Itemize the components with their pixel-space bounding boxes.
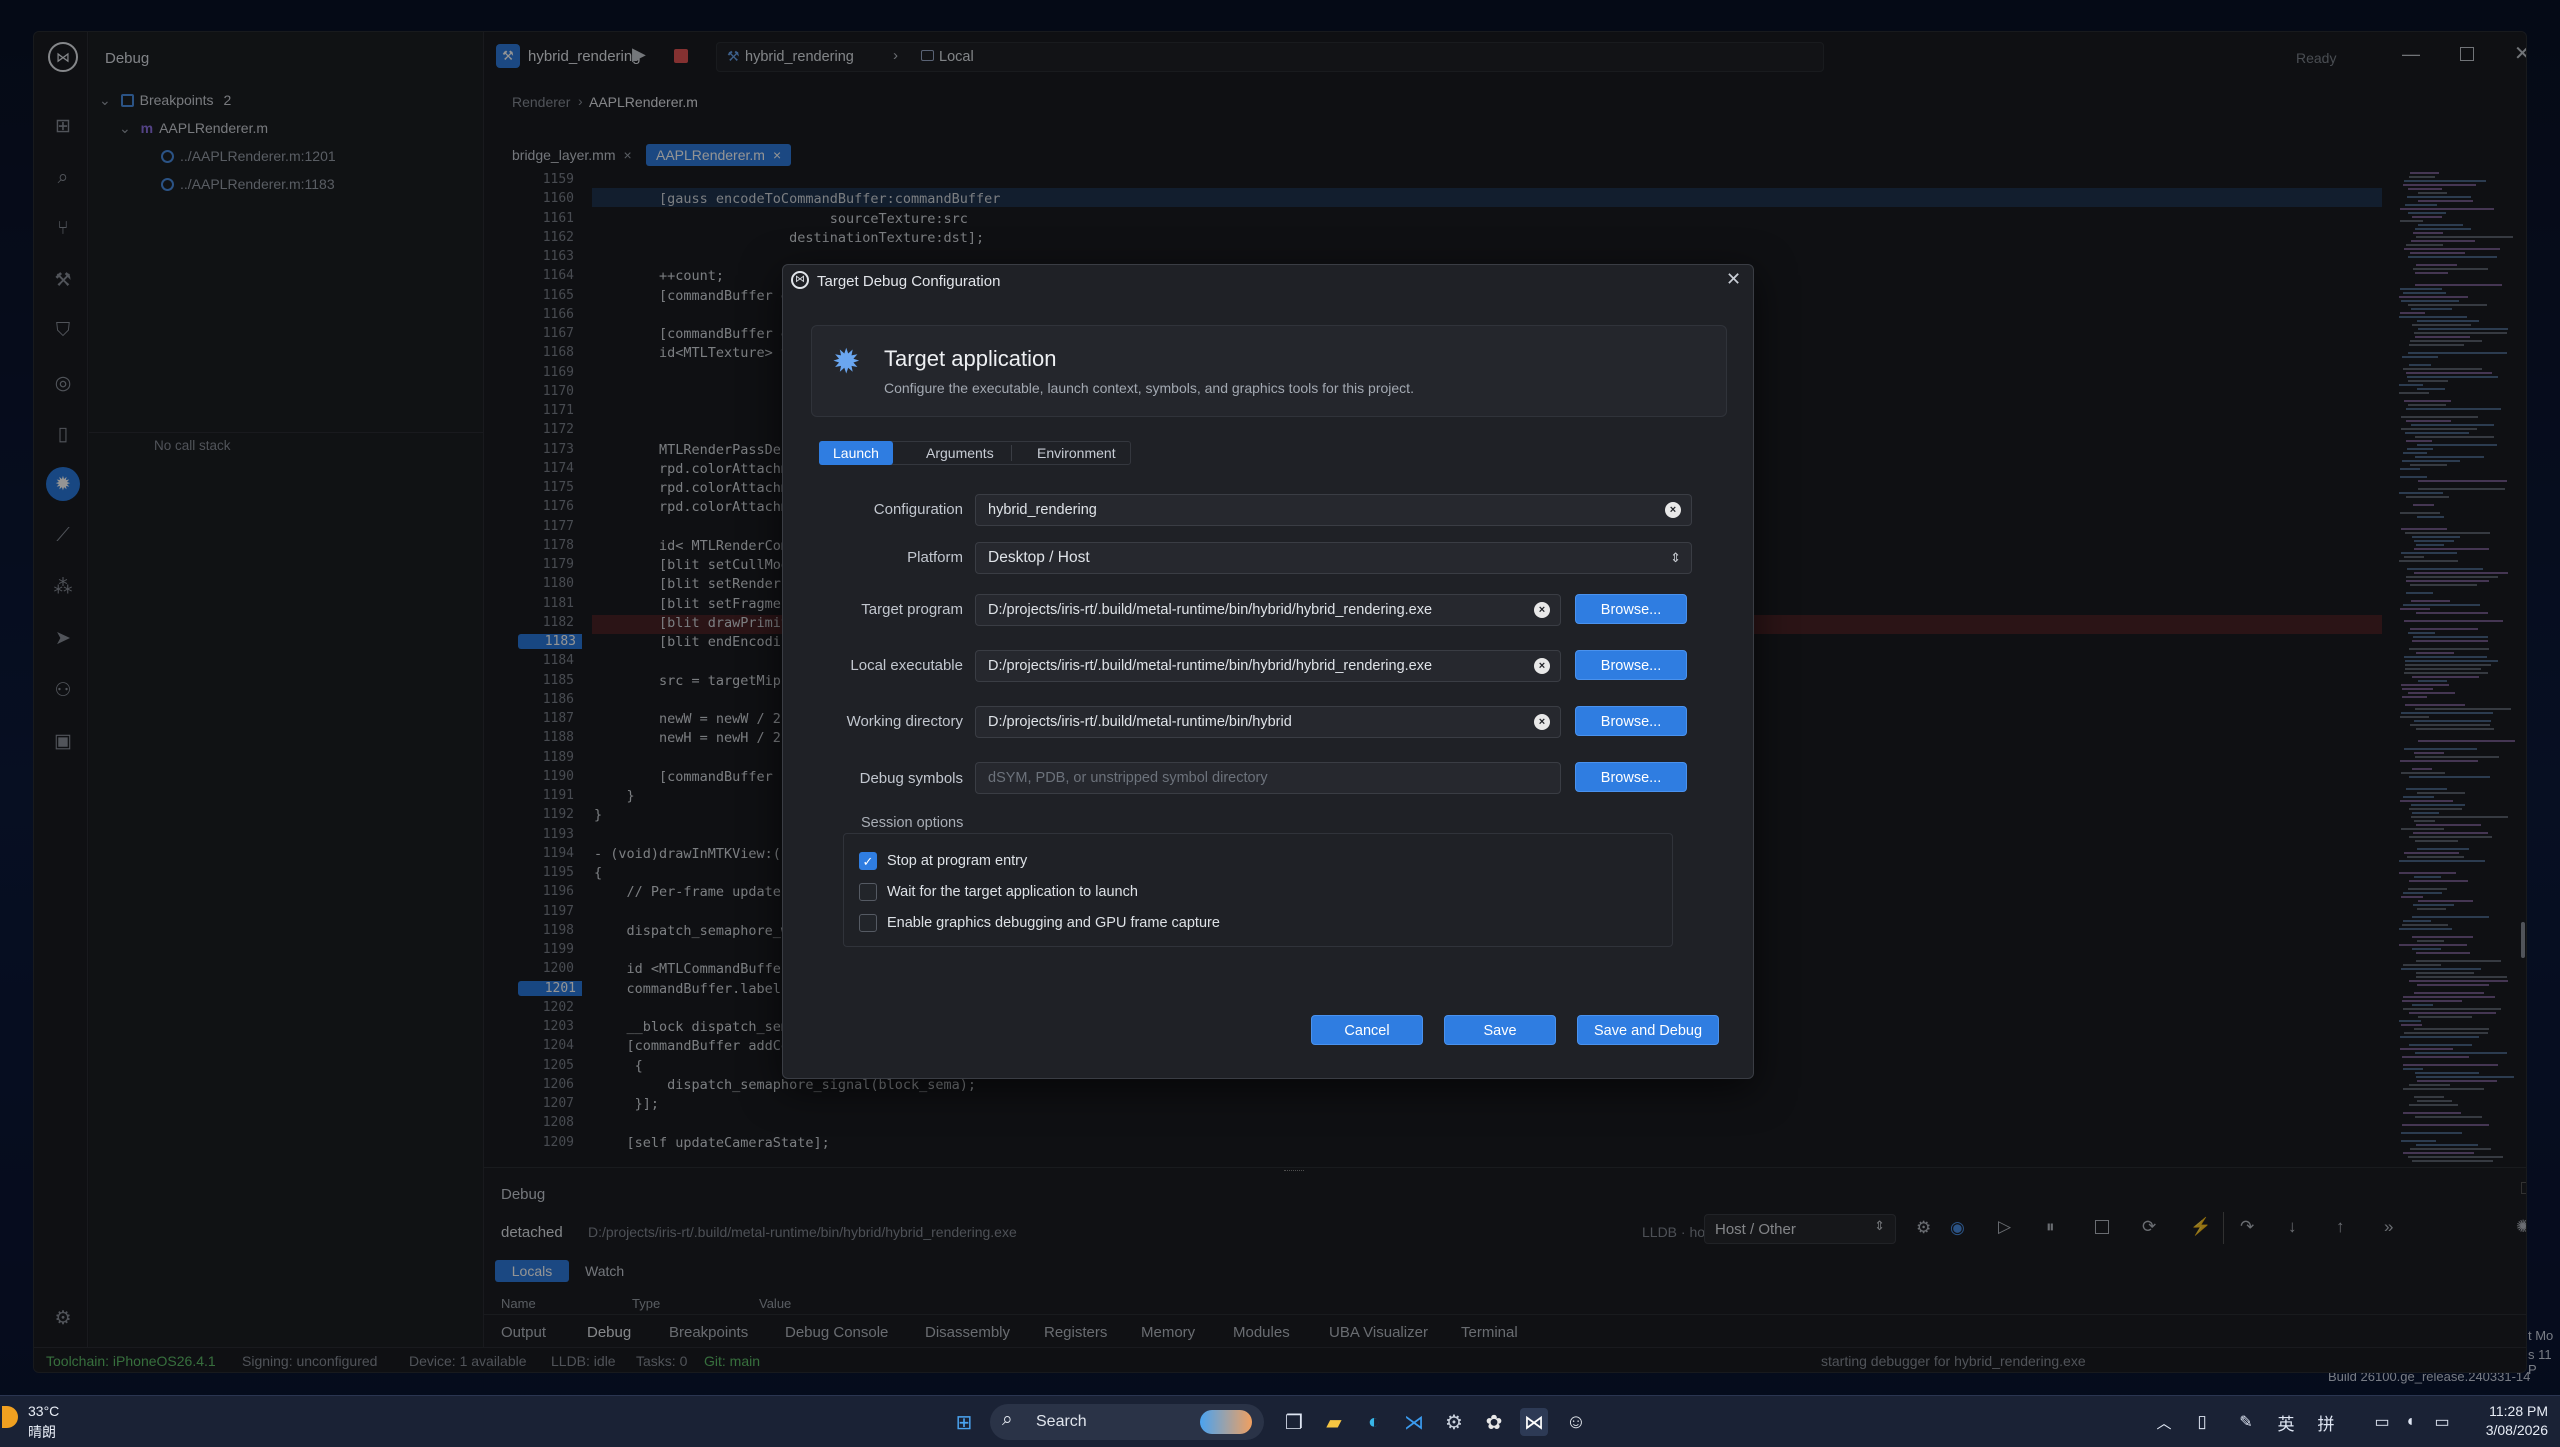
cancel-button[interactable]: Cancel	[1311, 1015, 1423, 1045]
taskbar-search[interactable]: ⌕ Search	[990, 1404, 1264, 1440]
weather-temp[interactable]: 33°C	[28, 1403, 59, 1419]
local-executable-label: Local executable	[850, 657, 963, 674]
local-executable-field[interactable]: D:/projects/iris-rt/.build/metal-runtime…	[975, 650, 1561, 682]
dialog-close-button[interactable]: ✕	[1726, 269, 1741, 290]
debug-symbols-placeholder: dSYM, PDB, or unstripped symbol director…	[988, 770, 1268, 786]
search-icon: ⌕	[1002, 1409, 1013, 1430]
local-executable-value: D:/projects/iris-rt/.build/metal-runtime…	[988, 658, 1433, 674]
input-lang[interactable]: 英	[2272, 1408, 2300, 1436]
ide-app-icon[interactable]: ⋈	[1520, 1408, 1548, 1436]
volume-icon[interactable]: ◖	[2396, 1408, 2424, 1436]
app-icon[interactable]: ☺	[1562, 1408, 1590, 1436]
browse-workdir-button[interactable]: Browse...	[1575, 706, 1687, 736]
stop-at-entry-checkbox[interactable]: ✓	[859, 852, 877, 870]
wait-for-launch-label: Wait for the target application to launc…	[887, 884, 1138, 900]
configuration-field[interactable]: hybrid_rendering ×	[975, 494, 1692, 526]
browse-target-button[interactable]: Browse...	[1575, 594, 1687, 624]
app-logo-icon: ⋈	[791, 271, 809, 289]
debug-bug-icon: ✹	[832, 343, 861, 381]
tab-environment[interactable]: Environment	[1023, 441, 1130, 465]
ime-mode[interactable]: 拼	[2312, 1408, 2340, 1436]
tab-arguments[interactable]: Arguments	[912, 441, 1008, 465]
session-options-label: Session options	[861, 815, 964, 831]
taskbar: 33°C 晴朗 ⊞ ⌕ Search ❐ ▰ ◐ ⋊ ⚙ ✿ ⋈ ☺ ︿ ▯ ✎…	[0, 1395, 2560, 1447]
clear-icon[interactable]: ×	[1665, 502, 1681, 518]
target-program-label: Target program	[861, 601, 963, 618]
gpu-capture-checkbox[interactable]	[859, 914, 877, 932]
browse-symbols-button[interactable]: Browse...	[1575, 762, 1687, 792]
clock-time[interactable]: 11:28 PM	[2478, 1403, 2548, 1419]
save-and-debug-button[interactable]: Save and Debug	[1577, 1015, 1719, 1045]
pen-icon[interactable]: ✎	[2232, 1408, 2260, 1436]
tab-launch[interactable]: Launch	[819, 441, 893, 465]
platform-select[interactable]: Desktop / Host ⇕	[975, 542, 1692, 574]
dialog-header-card: ✹ Target application Configure the execu…	[811, 325, 1727, 417]
debug-symbols-label: Debug symbols	[859, 770, 963, 787]
save-button[interactable]: Save	[1444, 1015, 1556, 1045]
clear-icon[interactable]: ×	[1534, 714, 1550, 730]
dialog-title: Target Debug Configuration	[817, 273, 1001, 290]
chevron-updown-icon: ⇕	[1670, 550, 1681, 565]
target-debug-config-dialog: ⋈ Target Debug Configuration ✕ ✹ Target …	[782, 264, 1754, 1079]
network-icon[interactable]: ▭	[2368, 1408, 2396, 1436]
chatgpt-icon[interactable]: ✿	[1480, 1408, 1508, 1436]
edge-browser-icon[interactable]: ◐	[1360, 1408, 1388, 1436]
file-explorer-icon[interactable]: ▰	[1320, 1408, 1348, 1436]
clear-icon[interactable]: ×	[1534, 658, 1550, 674]
vscode-icon[interactable]: ⋊	[1400, 1408, 1428, 1436]
working-directory-value: D:/projects/iris-rt/.build/metal-runtime…	[988, 714, 1292, 730]
phone-link-icon[interactable]: ▯	[2188, 1408, 2216, 1436]
tab-divider	[1011, 445, 1012, 461]
search-highlight-icon	[1200, 1410, 1252, 1434]
debug-symbols-field[interactable]: dSYM, PDB, or unstripped symbol director…	[975, 762, 1561, 794]
platform-label: Platform	[907, 549, 963, 566]
target-program-value: D:/projects/iris-rt/.build/metal-runtime…	[988, 602, 1433, 618]
battery-icon[interactable]: ▭	[2428, 1408, 2456, 1436]
platform-value: Desktop / Host	[988, 549, 1090, 566]
gpu-capture-label: Enable graphics debugging and GPU frame …	[887, 915, 1220, 931]
task-view-icon[interactable]: ❐	[1280, 1408, 1308, 1436]
clock-date[interactable]: 3/08/2026	[2478, 1422, 2548, 1438]
settings-app-icon[interactable]: ⚙	[1440, 1408, 1468, 1436]
wait-for-launch-checkbox[interactable]	[859, 883, 877, 901]
working-directory-label: Working directory	[846, 713, 963, 730]
chevron-up-icon[interactable]: ︿	[2150, 1408, 2178, 1436]
clear-icon[interactable]: ×	[1534, 602, 1550, 618]
configuration-value: hybrid_rendering	[988, 502, 1097, 518]
taskbar-search-text: Search	[1036, 1413, 1087, 1430]
browse-local-button[interactable]: Browse...	[1575, 650, 1687, 680]
configuration-label: Configuration	[873, 501, 963, 518]
dialog-subheading: Configure the executable, launch context…	[884, 380, 1414, 396]
working-directory-field[interactable]: D:/projects/iris-rt/.build/metal-runtime…	[975, 706, 1561, 738]
weather-moon-icon	[2, 1406, 18, 1428]
start-windows-icon[interactable]: ⊞	[950, 1408, 978, 1436]
weather-desc[interactable]: 晴朗	[28, 1422, 56, 1442]
dialog-heading: Target application	[884, 346, 1057, 371]
stop-at-entry-label: Stop at program entry	[887, 853, 1028, 869]
target-program-field[interactable]: D:/projects/iris-rt/.build/metal-runtime…	[975, 594, 1561, 626]
